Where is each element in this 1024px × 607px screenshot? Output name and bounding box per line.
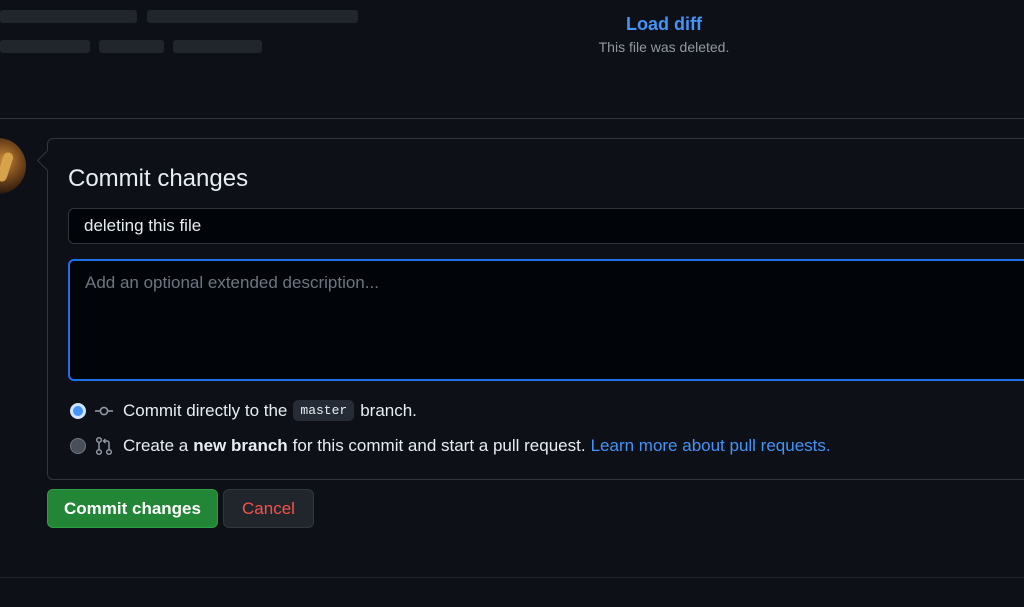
git-pull-request-icon xyxy=(95,436,113,456)
option-branch-emphasis: new branch xyxy=(193,436,288,455)
option-branch-suffix: for this commit and start a pull request… xyxy=(292,436,586,455)
option-commit-directly[interactable]: Commit directly to the master branch. xyxy=(70,400,417,421)
skeleton-line xyxy=(0,10,137,23)
file-deleted-note: This file was deleted. xyxy=(598,39,730,55)
commit-changes-box: Commit changes Commit directly to the ma… xyxy=(47,138,1024,480)
learn-more-pull-requests-link[interactable]: Learn more about pull requests. xyxy=(591,436,831,456)
radio-commit-directly[interactable] xyxy=(70,402,86,419)
commit-title: Commit changes xyxy=(68,165,249,192)
page: Load diff This file was deleted. Commit … xyxy=(0,0,1024,607)
skeleton-line xyxy=(99,40,164,53)
commit-changes-button[interactable]: Commit changes xyxy=(47,489,218,528)
skeleton-line xyxy=(173,40,262,53)
skeleton-line xyxy=(0,40,90,53)
radio-new-branch[interactable] xyxy=(70,438,86,454)
commit-summary-input[interactable] xyxy=(68,208,1024,244)
option-commit-prefix: Commit directly to the xyxy=(123,400,288,420)
option-branch-prefix: Create a xyxy=(123,436,189,455)
git-commit-icon xyxy=(95,406,113,415)
divider xyxy=(0,577,1024,578)
avatar[interactable] xyxy=(0,138,26,194)
option-new-branch[interactable]: Create a new branch for this commit and … xyxy=(70,436,831,456)
branch-name: master xyxy=(293,400,355,421)
divider xyxy=(0,118,1024,119)
commit-description-textarea[interactable] xyxy=(68,259,1024,381)
load-diff-link[interactable]: Load diff xyxy=(560,14,768,35)
cancel-button[interactable]: Cancel xyxy=(223,489,314,528)
skeleton-line xyxy=(147,10,358,23)
option-commit-suffix: branch. xyxy=(360,400,417,420)
load-diff-section: Load diff This file was deleted. xyxy=(560,14,768,55)
